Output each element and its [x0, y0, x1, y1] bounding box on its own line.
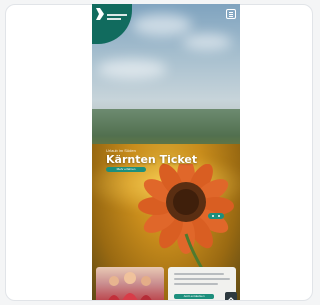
slider-arrows-icon[interactable]	[208, 213, 224, 219]
hero-title: Kärnten Ticket	[106, 153, 198, 166]
promo-cta-button[interactable]: Jetzt entdecken	[174, 294, 214, 299]
hero-cta-button[interactable]: Mehr erfahren	[106, 167, 146, 172]
menu-button[interactable]	[226, 9, 236, 19]
sunflower-image	[138, 164, 234, 273]
mobile-page-preview: Urlaub im Süden Kärnten Ticket Mehr erfa…	[92, 4, 240, 300]
menu-icon	[229, 12, 233, 13]
scroll-top-icon	[228, 297, 234, 300]
brand-logo-icon	[96, 8, 104, 20]
people-photo	[108, 272, 152, 300]
promo-image-card[interactable]	[96, 267, 164, 300]
scroll-top-button[interactable]	[225, 292, 237, 300]
